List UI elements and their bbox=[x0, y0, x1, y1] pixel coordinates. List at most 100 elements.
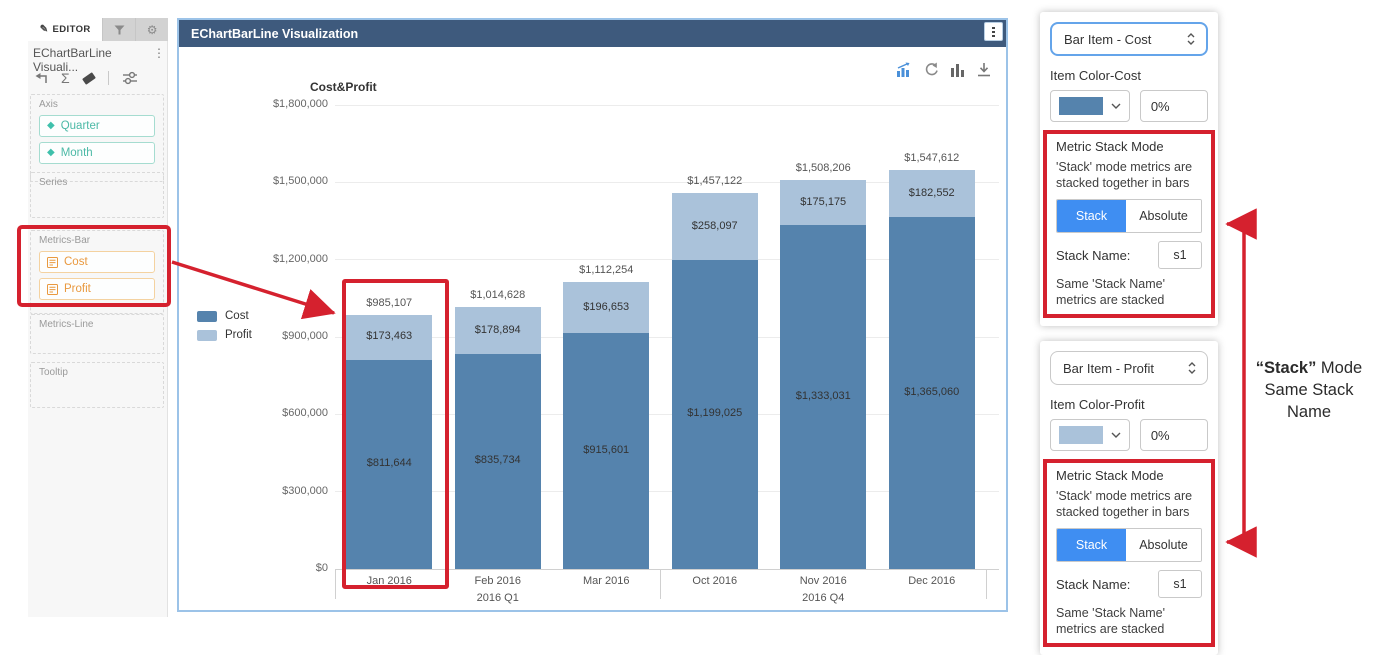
x-axis-group-label: 2016 Q4 bbox=[769, 592, 878, 604]
legend-label: Profit bbox=[225, 329, 252, 341]
color-swatch-profit bbox=[1059, 426, 1103, 444]
y-axis-tick-label: $600,000 bbox=[180, 407, 328, 419]
selector-value: Bar Item - Cost bbox=[1064, 32, 1151, 47]
stack-mode-stack-button[interactable]: Stack bbox=[1057, 529, 1126, 561]
switch-visualization-icon bbox=[895, 62, 912, 77]
kebab-menu-icon[interactable]: ⋮ bbox=[153, 46, 165, 74]
section-label: Axis bbox=[39, 99, 155, 110]
visualization-panel: EChartBarLine Visualization bbox=[177, 18, 1008, 612]
panel-menu-button[interactable] bbox=[984, 22, 1003, 41]
bar-total-label: $1,547,612 bbox=[889, 152, 975, 164]
chip-label: Month bbox=[61, 147, 93, 159]
stack-mode-note: Same 'Stack Name' metrics are stacked bbox=[1056, 276, 1202, 308]
x-axis-category-label: Mar 2016 bbox=[552, 575, 661, 587]
y-axis-tick-label: $0 bbox=[180, 562, 328, 574]
attribute-icon: ◆ bbox=[47, 121, 55, 131]
legend-swatch bbox=[197, 330, 217, 341]
metric-chip-profit[interactable]: Profit bbox=[39, 278, 155, 300]
stack-mode-toggle-profit: Stack Absolute bbox=[1056, 528, 1202, 562]
bar-total-label: $1,508,206 bbox=[780, 162, 866, 174]
metric-stack-mode-section-profit: Metric Stack Mode 'Stack' mode metrics a… bbox=[1043, 459, 1215, 647]
visualization-title: EChartBarLine Visualization bbox=[191, 27, 358, 41]
corner-arrow-icon[interactable] bbox=[34, 72, 48, 85]
stack-mode-title: Metric Stack Mode bbox=[1056, 468, 1202, 483]
stack-name-input-profit[interactable]: s1 bbox=[1158, 570, 1202, 598]
bar-chart-button[interactable] bbox=[950, 62, 965, 77]
legend-swatch bbox=[197, 311, 217, 322]
y-axis-tick-label: $1,800,000 bbox=[180, 98, 328, 110]
note-line3: Name bbox=[1287, 403, 1331, 421]
bar-value-label-profit: $178,894 bbox=[455, 324, 541, 336]
selector-value: Bar Item - Profit bbox=[1063, 361, 1154, 376]
chip-label: Cost bbox=[64, 256, 88, 268]
property-card-profit: Bar Item - Profit Item Color-Profit 0% M… bbox=[1040, 341, 1218, 655]
bar-value-label-cost: $811,644 bbox=[346, 457, 432, 469]
legend-item-cost[interactable]: Cost bbox=[197, 310, 252, 322]
x-axis-group-label: 2016 Q1 bbox=[444, 592, 553, 604]
note-rest: Mode bbox=[1316, 359, 1362, 377]
item-color-dropdown-cost[interactable] bbox=[1050, 90, 1130, 122]
section-label: Series bbox=[39, 177, 155, 188]
bar-total-label: $1,014,628 bbox=[455, 289, 541, 301]
x-axis-category-label: Oct 2016 bbox=[661, 575, 770, 587]
tab-editor[interactable]: ✎ EDITOR bbox=[28, 18, 102, 41]
toolbar-divider bbox=[108, 71, 109, 85]
item-color-dropdown-profit[interactable] bbox=[1050, 419, 1130, 451]
download-button[interactable] bbox=[976, 62, 992, 77]
bar-item-selector-profit[interactable]: Bar Item - Profit bbox=[1050, 351, 1208, 385]
item-color-label: Item Color-Cost bbox=[1050, 68, 1208, 83]
visualization-header: EChartBarLine Visualization bbox=[179, 20, 1006, 47]
opacity-input-cost[interactable]: 0% bbox=[1140, 90, 1208, 122]
metric-chip-cost[interactable]: Cost bbox=[39, 251, 155, 273]
color-row: 0% bbox=[1050, 419, 1208, 451]
x-axis-category-label: Dec 2016 bbox=[878, 575, 987, 587]
drop-zone-axis[interactable]: Axis ◆ Quarter ◆ Month bbox=[30, 94, 164, 182]
stack-mode-description: 'Stack' mode metrics are stacked togethe… bbox=[1056, 159, 1202, 191]
tab-filter[interactable] bbox=[102, 18, 135, 41]
sigma-icon[interactable]: Σ bbox=[61, 70, 70, 86]
chart-toolbar bbox=[895, 62, 992, 77]
bar-item-selector-cost[interactable]: Bar Item - Cost bbox=[1050, 22, 1208, 56]
refresh-icon bbox=[923, 62, 939, 77]
stack-mode-toggle-cost: Stack Absolute bbox=[1056, 199, 1202, 233]
y-axis-tick-label: $1,200,000 bbox=[180, 253, 328, 265]
tab-editor-label: EDITOR bbox=[53, 24, 91, 35]
stack-annotation-note: “Stack” Mode Same Stack Name bbox=[1243, 357, 1375, 423]
color-swatch-cost bbox=[1059, 97, 1103, 115]
metric-stack-mode-section-cost: Metric Stack Mode 'Stack' mode metrics a… bbox=[1043, 130, 1215, 318]
note-line2: Same Stack bbox=[1265, 381, 1354, 399]
up-down-chevron-icon bbox=[1186, 32, 1196, 46]
sidebar-tabbar: ✎ EDITOR ⚙ bbox=[28, 18, 168, 41]
up-down-chevron-icon bbox=[1187, 361, 1197, 375]
sliders-icon[interactable] bbox=[122, 71, 138, 85]
bar-value-label-profit: $175,175 bbox=[780, 196, 866, 208]
stack-name-input-cost[interactable]: s1 bbox=[1158, 241, 1202, 269]
chevron-down-icon bbox=[1111, 103, 1121, 109]
stack-mode-absolute-button[interactable]: Absolute bbox=[1126, 200, 1201, 232]
attribute-chip-quarter[interactable]: ◆ Quarter bbox=[39, 115, 155, 137]
drop-zone-series[interactable]: Series bbox=[30, 172, 164, 218]
chart-legend: Cost Profit bbox=[197, 310, 252, 348]
eraser-icon[interactable] bbox=[82, 72, 96, 85]
drop-zone-metrics-line[interactable]: Metrics-Line bbox=[30, 314, 164, 354]
tab-settings[interactable]: ⚙ bbox=[135, 18, 168, 41]
legend-item-profit[interactable]: Profit bbox=[197, 329, 252, 341]
refresh-button[interactable] bbox=[923, 62, 939, 77]
stack-name-label: Stack Name: bbox=[1056, 248, 1130, 263]
switch-visualization-button[interactable] bbox=[895, 62, 912, 77]
drop-zone-metrics-bar[interactable]: Metrics-Bar Cost Profit bbox=[30, 230, 164, 314]
opacity-input-profit[interactable]: 0% bbox=[1140, 419, 1208, 451]
bar-value-label-profit: $196,653 bbox=[563, 301, 649, 313]
attribute-chip-month[interactable]: ◆ Month bbox=[39, 142, 155, 164]
section-label: Tooltip bbox=[39, 367, 155, 378]
stack-name-row: Stack Name: s1 bbox=[1056, 570, 1202, 598]
pencil-icon: ✎ bbox=[40, 24, 49, 35]
stack-mode-absolute-button[interactable]: Absolute bbox=[1126, 529, 1201, 561]
x-axis-category-label: Feb 2016 bbox=[444, 575, 553, 587]
gridline bbox=[335, 105, 999, 106]
section-label: Metrics-Bar bbox=[39, 235, 155, 246]
bar-total-label: $1,457,122 bbox=[672, 175, 758, 187]
stack-mode-stack-button[interactable]: Stack bbox=[1057, 200, 1126, 232]
color-row: 0% bbox=[1050, 90, 1208, 122]
drop-zone-tooltip[interactable]: Tooltip bbox=[30, 362, 164, 408]
